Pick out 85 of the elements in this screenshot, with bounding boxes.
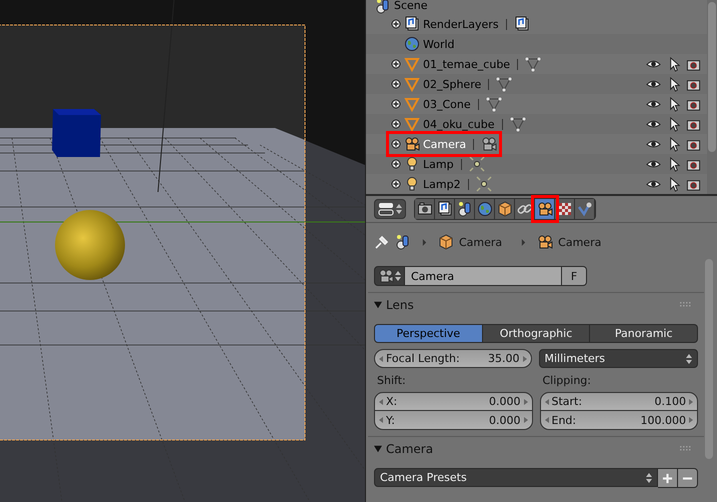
disclosure-triangle-icon[interactable] — [374, 445, 382, 453]
triangle-mesh-icon — [496, 76, 512, 92]
image-stack-icon — [436, 201, 452, 217]
image-stack-icon — [514, 16, 530, 32]
movie-camera-icon — [404, 136, 420, 152]
up-down-icon — [396, 203, 402, 215]
projection-option[interactable]: Perspective — [374, 324, 483, 343]
outliner-item[interactable]: 01_temae_cube — [423, 58, 510, 70]
drag-grip-icon[interactable] — [680, 446, 692, 452]
triangle-mesh-icon — [404, 96, 420, 112]
cube-icon — [496, 201, 512, 217]
expand-plus-icon[interactable] — [391, 79, 401, 89]
triangle-mesh-icon — [486, 96, 502, 112]
properties-tab[interactable] — [455, 199, 475, 219]
triangle-mesh-icon — [510, 116, 526, 132]
image-stack-icon — [404, 16, 420, 32]
drag-grip-icon[interactable] — [680, 302, 692, 308]
properties-tab[interactable] — [415, 199, 435, 219]
movie-camera-icon — [537, 234, 554, 250]
projection-option[interactable]: Panoramic — [590, 324, 698, 343]
outliner-item[interactable]: 02_Sphere — [423, 78, 482, 90]
up-down-icon — [686, 352, 692, 364]
up-down-icon — [395, 270, 401, 282]
panel-title[interactable]: Camera — [386, 442, 434, 456]
group-label: Clipping: — [542, 374, 592, 388]
presets-dropdown[interactable]: Camera Presets — [374, 468, 658, 487]
sphere-object — [55, 210, 125, 280]
globe-icon — [404, 36, 420, 52]
light-burst-icon — [476, 176, 492, 192]
datablock-browse-button[interactable] — [374, 266, 405, 286]
expand-plus-icon[interactable] — [391, 139, 401, 149]
light-bulb-icon — [404, 156, 420, 172]
movie-camera-icon — [378, 268, 394, 284]
up-down-icon — [646, 472, 652, 484]
triangle-mesh-icon — [404, 76, 420, 92]
triangle-mesh-icon — [525, 56, 542, 72]
datablock-name-field[interactable]: Camera — [405, 266, 562, 286]
cube-icon — [438, 234, 454, 250]
triangle-mesh-icon — [404, 116, 420, 132]
scrollbar[interactable] — [707, 0, 717, 194]
outliner-item[interactable]: RenderLayers — [423, 18, 499, 30]
check-mark-icon — [576, 201, 592, 217]
cube-object — [52, 109, 101, 157]
movie-camera-icon — [536, 201, 552, 217]
unit-dropdown[interactable]: Millimeters — [538, 349, 698, 368]
expand-plus-icon[interactable] — [391, 179, 401, 189]
outliner-item[interactable]: Lamp2 — [423, 178, 461, 190]
outliner-item[interactable]: Lamp — [423, 158, 454, 170]
expand-plus-icon[interactable] — [391, 99, 401, 109]
sphere-cylinder-icon — [395, 234, 411, 250]
add-preset-button[interactable] — [658, 468, 678, 488]
panel-icon — [378, 201, 394, 217]
properties-tab[interactable] — [575, 199, 595, 219]
outliner-item[interactable]: 04_oku_cube — [423, 118, 494, 130]
movie-camera-icon — [481, 136, 498, 152]
expand-plus-icon[interactable] — [391, 59, 401, 69]
group-label: Shift: — [376, 374, 407, 388]
projection-option[interactable]: Orthographic — [482, 324, 590, 343]
panel-title[interactable]: Lens — [386, 298, 414, 312]
expand-plus-icon[interactable] — [391, 119, 401, 129]
chevron-icon — [521, 238, 526, 246]
remove-preset-button[interactable] — [678, 468, 698, 488]
expand-plus-icon[interactable] — [391, 19, 401, 29]
globe-icon — [476, 201, 492, 217]
breadcrumb-item: Camera — [558, 236, 602, 248]
light-bulb-icon — [404, 176, 420, 192]
light-burst-icon — [468, 156, 485, 172]
checker-icon — [556, 201, 572, 217]
outliner-item[interactable]: 03_Cone — [423, 98, 471, 110]
camera-icon — [416, 201, 432, 217]
plus-icon — [662, 472, 673, 484]
sphere-cylinder-icon — [375, 0, 391, 14]
disclosure-triangle-icon[interactable] — [374, 301, 382, 309]
expand-plus-icon[interactable] — [391, 159, 401, 169]
editor-type-button[interactable] — [374, 199, 406, 219]
fake-user-button[interactable]: F — [562, 266, 587, 286]
outliner-item[interactable]: Scene — [394, 0, 428, 13]
outliner-item[interactable]: World — [423, 38, 455, 50]
breadcrumb-item: Camera — [459, 236, 502, 248]
properties-tab[interactable] — [435, 199, 455, 219]
chevron-icon — [422, 238, 427, 246]
triangle-mesh-icon — [404, 56, 420, 72]
outliner-item[interactable]: Camera — [423, 138, 466, 150]
sphere-cylinder-icon — [456, 201, 472, 217]
properties-tab[interactable] — [495, 199, 515, 219]
